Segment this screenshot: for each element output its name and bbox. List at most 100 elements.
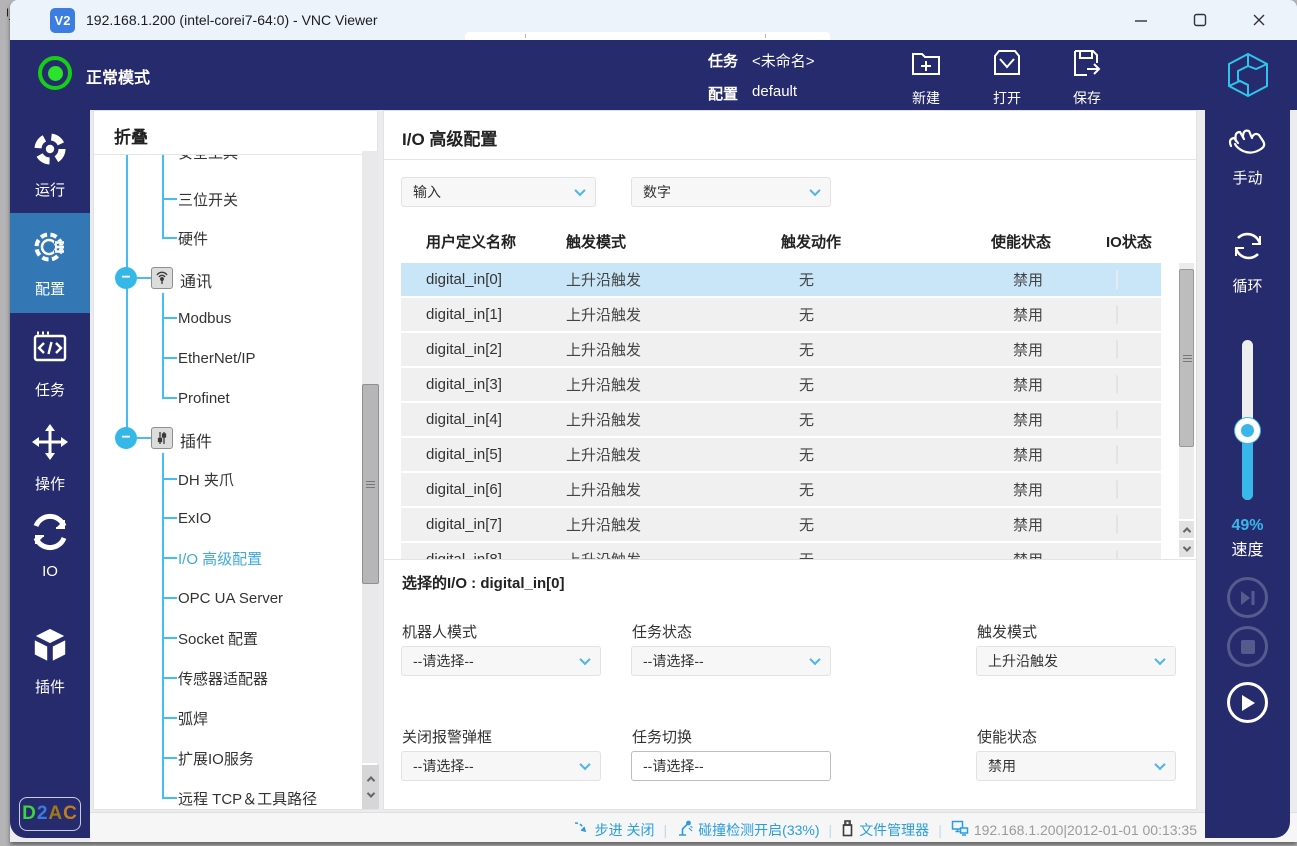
- robot-mode-label: 机器人模式: [402, 621, 477, 642]
- scroll-up-icon[interactable]: [366, 776, 374, 784]
- io-state-checkbox[interactable]: [1116, 515, 1118, 534]
- io-type-select[interactable]: 数字: [631, 177, 831, 207]
- sidebar-item-config[interactable]: 配置: [10, 213, 90, 313]
- table-row[interactable]: digital_in[0]上升沿触发无禁用: [401, 263, 1161, 296]
- badge-letter: D: [22, 803, 37, 825]
- step-next-button[interactable]: [1227, 577, 1268, 618]
- right-sidebar: 手动 循环 49% 速度: [1205, 110, 1290, 838]
- chevron-down-icon: [809, 185, 820, 196]
- chevron-down-icon: [1154, 654, 1165, 665]
- table-row[interactable]: digital_in[8]上升沿触发无禁用: [401, 543, 1161, 559]
- close-alarm-select[interactable]: --请选择--: [401, 751, 601, 781]
- open-file-icon: [990, 46, 1024, 85]
- badge-letter: 2: [37, 803, 49, 825]
- chevron-down-icon: [579, 654, 590, 665]
- io-state-checkbox[interactable]: [1116, 445, 1118, 464]
- cycle-mode-button[interactable]: 循环: [1205, 226, 1290, 296]
- run-target-icon: [31, 130, 69, 173]
- chevron-down-icon: [579, 759, 590, 770]
- io-table: digital_in[0]上升沿触发无禁用 digital_in[1]上升沿触发…: [401, 263, 1161, 559]
- task-state-select[interactable]: --请选择--: [631, 646, 831, 676]
- tree-collapse-header[interactable]: 折叠: [114, 123, 148, 148]
- speed-slider[interactable]: [1242, 340, 1253, 500]
- sidebar-item-operate[interactable]: 操作: [10, 422, 90, 492]
- collision-icon: [676, 820, 693, 839]
- new-button[interactable]: 新建: [895, 46, 957, 106]
- speed-percent: 49%: [1205, 517, 1290, 535]
- page-title: I/O 高级配置: [402, 125, 497, 150]
- vnc-toolbar-collapsed[interactable]: [465, 32, 830, 40]
- table-row[interactable]: digital_in[6]上升沿触发无禁用: [401, 473, 1161, 506]
- config-row: 配置 default: [708, 83, 797, 104]
- io-state-checkbox[interactable]: [1116, 270, 1118, 289]
- task-switch-field[interactable]: --请选择--: [631, 751, 831, 781]
- table-row[interactable]: digital_in[4]上升沿触发无禁用: [401, 403, 1161, 436]
- config-label: 配置: [708, 83, 738, 104]
- mode-label: 正常模式: [86, 64, 150, 88]
- play-button[interactable]: [1227, 682, 1268, 723]
- table-scroll-up[interactable]: [1179, 521, 1194, 538]
- close-button[interactable]: [1236, 0, 1282, 40]
- table-row[interactable]: digital_in[3]上升沿触发无禁用: [401, 368, 1161, 401]
- stop-button[interactable]: [1227, 626, 1268, 667]
- io-direction-select[interactable]: 输入: [401, 177, 596, 207]
- step-icon: [574, 821, 590, 838]
- save-icon: [1070, 46, 1104, 85]
- move-arrows-icon: [30, 422, 70, 467]
- network-status: 192.168.1.200|2012-01-01 00:13:35: [951, 820, 1197, 839]
- sidebar-item-run[interactable]: 运行: [10, 130, 90, 200]
- sidebar-item-task[interactable]: 任务: [10, 328, 90, 398]
- status-bar: 步进 关闭 | 碰撞检测开启(33%) | 文件管理器: [90, 812, 1297, 842]
- io-state-checkbox[interactable]: [1116, 305, 1118, 324]
- collapse-minus-icon[interactable]: −: [115, 427, 137, 449]
- scroll-down-icon[interactable]: [366, 790, 374, 798]
- io-state-checkbox[interactable]: [1116, 375, 1118, 394]
- background-window-text: 刂: [0, 4, 10, 24]
- sidebar-item-plugin[interactable]: 插件: [10, 625, 90, 695]
- vnc-logo-icon: V2: [50, 8, 75, 33]
- manual-mode-button[interactable]: 手动: [1205, 124, 1290, 188]
- minimize-button[interactable]: [1118, 0, 1164, 40]
- task-switch-label: 任务切换: [632, 726, 692, 747]
- table-row[interactable]: digital_in[5]上升沿触发无禁用: [401, 438, 1161, 471]
- step-status[interactable]: 步进 关闭: [574, 820, 655, 840]
- config-value: default: [752, 83, 797, 104]
- slider-knob[interactable]: [1235, 418, 1260, 443]
- sidebar-item-io[interactable]: IO: [10, 512, 90, 582]
- chevron-down-icon: [574, 185, 585, 196]
- task-value: <未命名>: [752, 50, 815, 71]
- robot-mode-select[interactable]: --请选择--: [401, 646, 601, 676]
- enable-state-label: 使能状态: [977, 726, 1037, 747]
- tree-scrollbar-thumb[interactable]: [362, 384, 379, 584]
- trigger-mode-select[interactable]: 上升沿触发: [976, 646, 1176, 676]
- app-body: 步进 关闭 | 碰撞检测开启(33%) | 文件管理器: [10, 110, 1297, 842]
- chevron-down-icon: [1154, 759, 1165, 770]
- table-row[interactable]: digital_in[2]上升沿触发无禁用: [401, 333, 1161, 366]
- cube-icon: [30, 625, 70, 670]
- table-row[interactable]: digital_in[1]上升沿触发无禁用: [401, 298, 1161, 331]
- io-state-checkbox[interactable]: [1116, 550, 1118, 559]
- collision-status[interactable]: 碰撞检测开启(33%): [676, 820, 819, 840]
- badge-letter: C: [63, 803, 78, 825]
- code-window-icon: [30, 328, 70, 373]
- loop-icon: [1228, 226, 1268, 271]
- table-row[interactable]: digital_in[7]上升沿触发无禁用: [401, 508, 1161, 541]
- table-scrollbar-thumb[interactable]: [1179, 269, 1194, 447]
- task-state-label: 任务状态: [632, 621, 692, 642]
- mode-status-icon: [38, 56, 72, 90]
- trigger-mode-label: 触发模式: [977, 621, 1037, 642]
- table-scroll-down[interactable]: [1179, 540, 1194, 557]
- d2ac-badge[interactable]: D2AC: [19, 797, 81, 831]
- io-state-checkbox[interactable]: [1116, 480, 1118, 499]
- collapse-minus-icon[interactable]: −: [115, 267, 137, 289]
- enable-state-select[interactable]: 禁用: [976, 751, 1176, 781]
- left-sidebar: 运行 配置: [10, 110, 90, 838]
- file-manager[interactable]: 文件管理器: [841, 820, 929, 840]
- maximize-button[interactable]: [1177, 0, 1223, 40]
- vnc-window: V2 192.168.1.200 (intel-corei7-64:0) - V…: [10, 0, 1297, 842]
- hand-icon: [1227, 124, 1269, 163]
- open-button[interactable]: 打开: [976, 46, 1038, 106]
- io-state-checkbox[interactable]: [1116, 340, 1118, 359]
- save-button[interactable]: 保存: [1056, 46, 1118, 106]
- io-state-checkbox[interactable]: [1116, 410, 1118, 429]
